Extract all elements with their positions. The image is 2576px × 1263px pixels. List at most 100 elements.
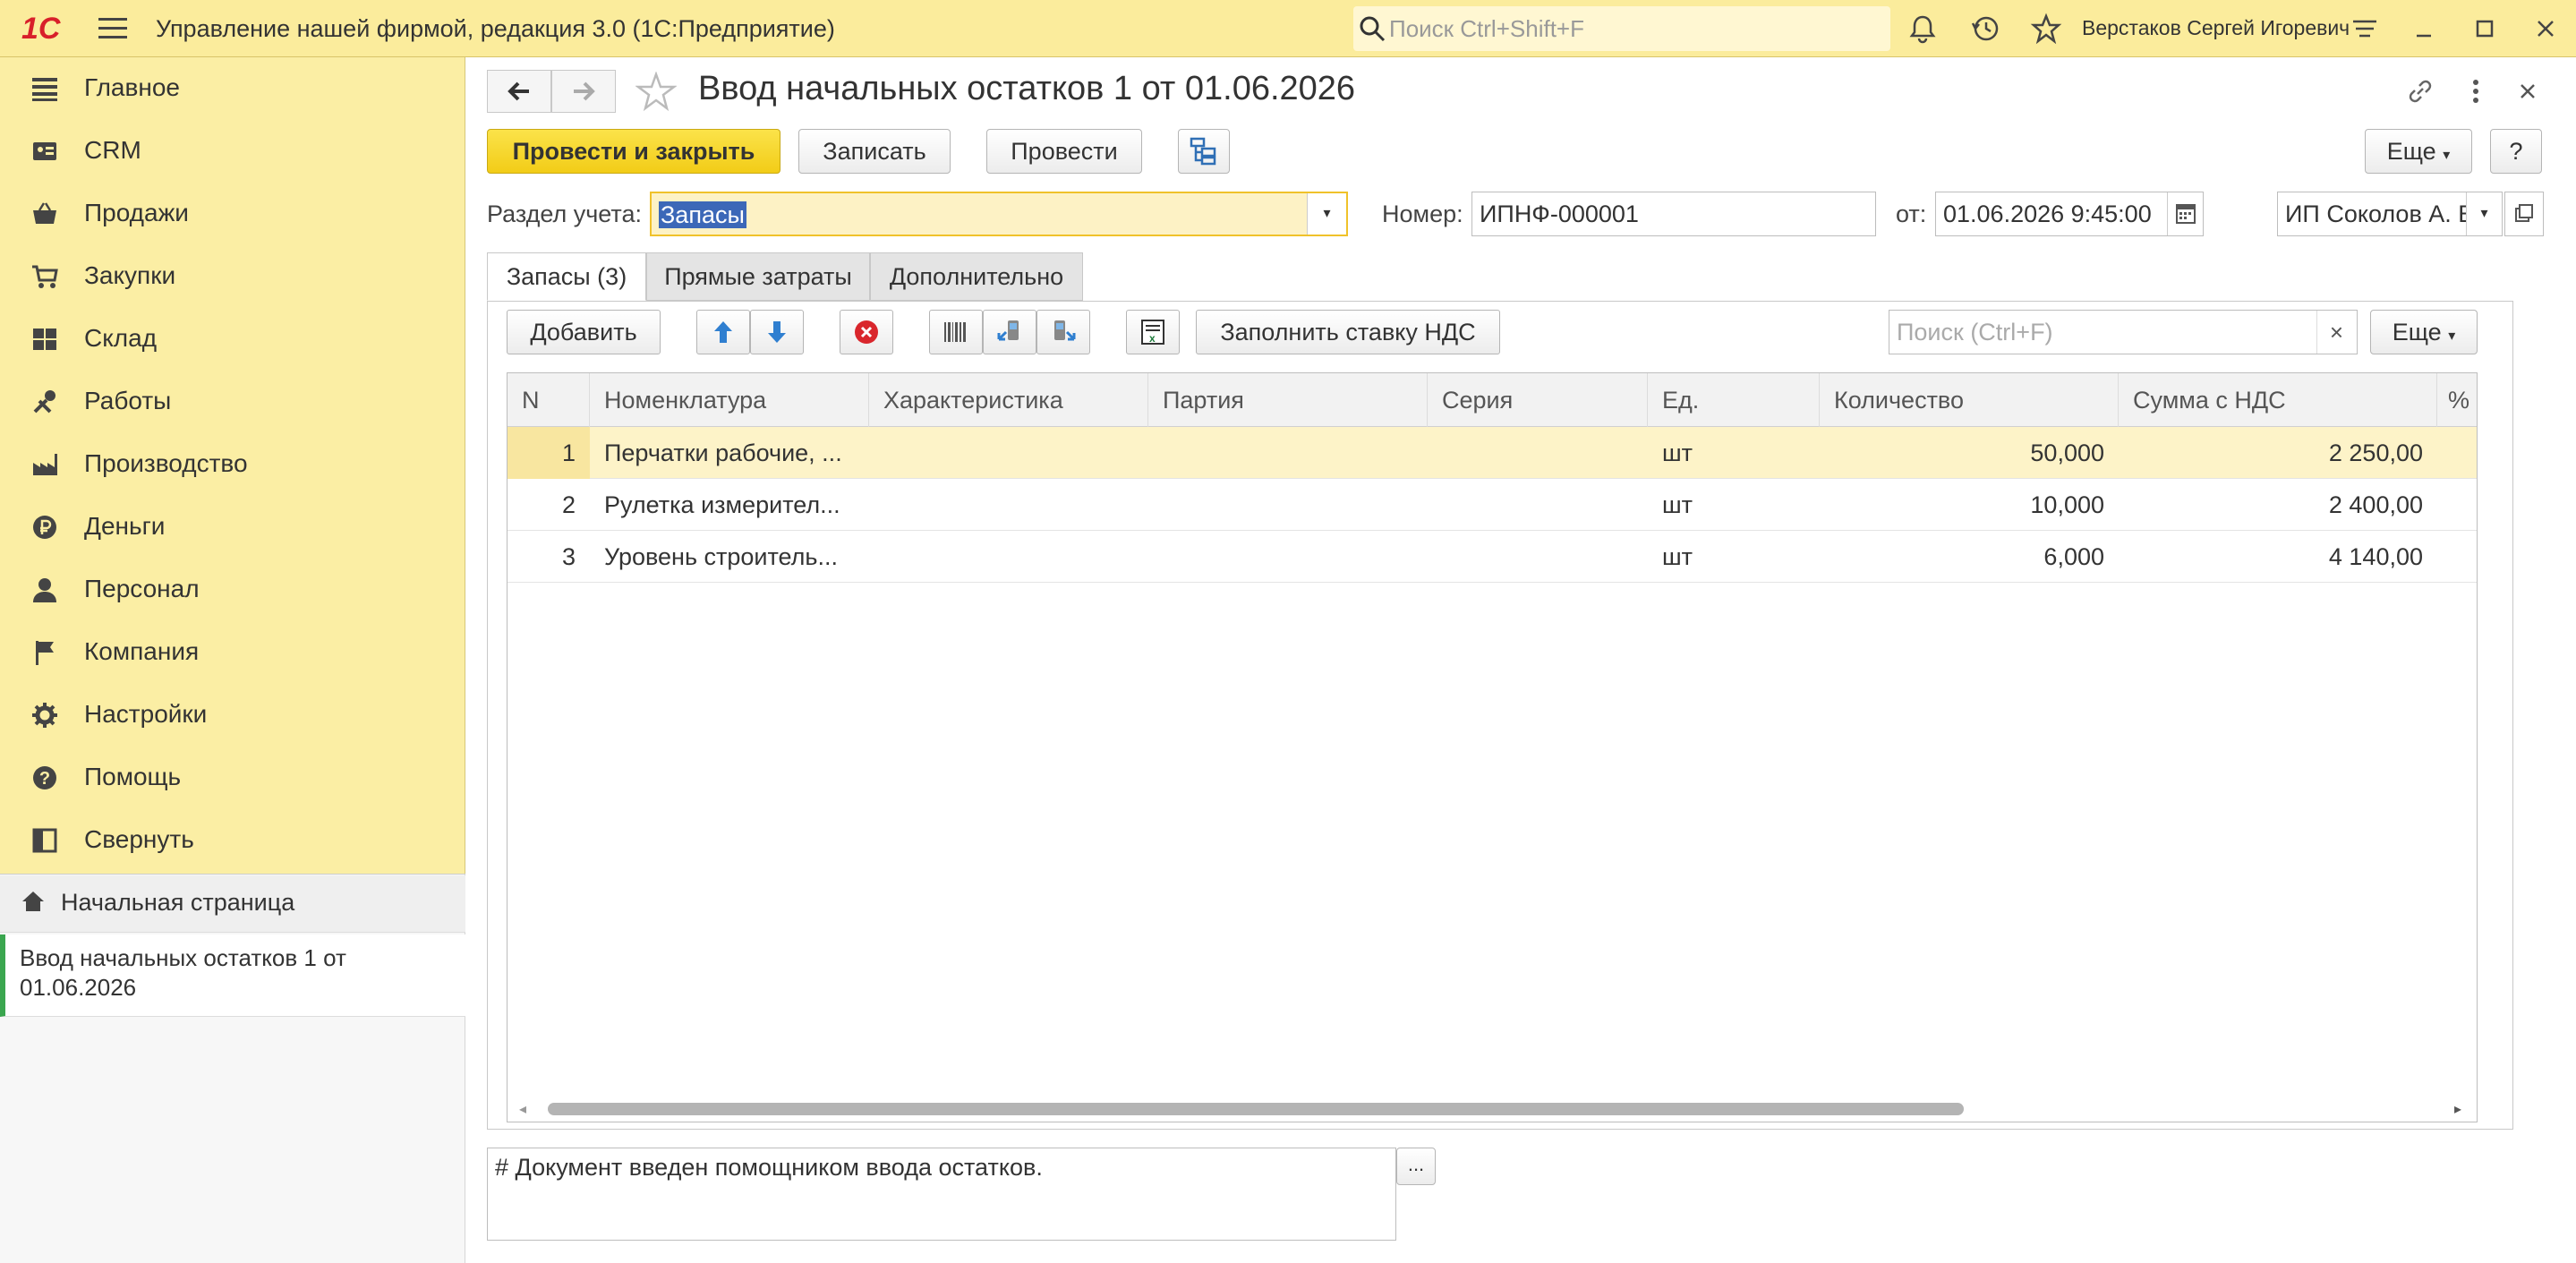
sidebar-item-money[interactable]: Деньги bbox=[0, 496, 465, 559]
forward-button[interactable] bbox=[551, 70, 616, 113]
cell-sum-vat[interactable]: 2 400,00 bbox=[2119, 479, 2437, 531]
table-search-input[interactable]: Поиск (Ctrl+F) bbox=[1889, 310, 2358, 354]
app-logo[interactable]: 1С bbox=[21, 11, 81, 47]
global-search-input[interactable]: Поиск Ctrl+Shift+F bbox=[1353, 6, 1890, 51]
close-form-icon[interactable] bbox=[2512, 75, 2544, 107]
post-and-close-button[interactable]: Провести и закрыть bbox=[487, 129, 780, 174]
sidebar-item-purchases[interactable]: Закупки bbox=[0, 245, 465, 308]
fill-vat-button[interactable]: Заполнить ставку НДС bbox=[1196, 310, 1500, 354]
scroll-left-icon[interactable]: ◂ bbox=[519, 1100, 526, 1118]
settings-lines-icon[interactable] bbox=[2349, 13, 2381, 45]
move-up-button[interactable] bbox=[696, 310, 750, 354]
link-icon[interactable] bbox=[2404, 75, 2436, 107]
bell-icon[interactable] bbox=[1906, 13, 1939, 45]
table-row[interactable]: 3 Уровень строитель... шт 6,000 4 140,00 bbox=[508, 531, 2477, 583]
user-name[interactable]: Верстаков Сергей Игоревич bbox=[2082, 16, 2350, 40]
cell-unit[interactable]: шт bbox=[1648, 479, 1820, 531]
close-window-icon[interactable] bbox=[2529, 13, 2562, 45]
cell-characteristic[interactable] bbox=[869, 427, 1148, 479]
sidebar-item-main[interactable]: Главное bbox=[0, 57, 465, 120]
main-menu-icon[interactable] bbox=[98, 18, 127, 39]
cell-sum-vat[interactable]: 4 140,00 bbox=[2119, 531, 2437, 583]
tab-direct-costs[interactable]: Прямые затраты bbox=[646, 252, 870, 301]
open-document-item[interactable]: Ввод начальных остатков 1 от 01.06.2026 bbox=[0, 934, 465, 1017]
table-more-button[interactable]: Еще ▾ bbox=[2370, 310, 2478, 354]
open-organization-icon[interactable] bbox=[2504, 192, 2544, 236]
favorites-star-icon[interactable] bbox=[2030, 13, 2062, 45]
cell-quantity[interactable]: 6,000 bbox=[1820, 531, 2119, 583]
history-icon[interactable] bbox=[1969, 13, 2001, 45]
table-row[interactable]: 2 Рулетка измерител... шт 10,000 2 400,0… bbox=[508, 479, 2477, 531]
tab-inventory[interactable]: Запасы (3) bbox=[487, 252, 646, 301]
calendar-icon[interactable] bbox=[2167, 192, 2203, 235]
minimize-icon[interactable] bbox=[2408, 13, 2440, 45]
cell-quantity[interactable]: 50,000 bbox=[1820, 427, 2119, 479]
sidebar-item-warehouse[interactable]: Склад bbox=[0, 308, 465, 371]
number-field[interactable]: ИПНФ-000001 bbox=[1471, 192, 1876, 236]
col-characteristic[interactable]: Характеристика bbox=[869, 373, 1148, 427]
home-page-item[interactable]: Начальная страница bbox=[0, 875, 465, 933]
cell-item[interactable]: Перчатки рабочие, ... bbox=[590, 427, 869, 479]
section-select[interactable]: Запасы ▾ bbox=[650, 192, 1348, 236]
maximize-icon[interactable] bbox=[2469, 13, 2501, 45]
sidebar-item-sales[interactable]: Продажи bbox=[0, 183, 465, 245]
cell-item[interactable]: Рулетка измерител... bbox=[590, 479, 869, 531]
scroll-right-icon[interactable]: ▸ bbox=[2454, 1100, 2461, 1118]
favorite-star-icon[interactable] bbox=[635, 71, 678, 113]
barcode-button[interactable] bbox=[929, 310, 983, 354]
cell-characteristic[interactable] bbox=[869, 479, 1148, 531]
sidebar-item-collapse[interactable]: Свернуть bbox=[0, 809, 465, 872]
organization-field[interactable]: ИП Соколов А. В. ▾ bbox=[2277, 192, 2503, 236]
cell-quantity[interactable]: 10,000 bbox=[1820, 479, 2119, 531]
scanner-download-button[interactable] bbox=[1036, 310, 1090, 354]
comment-expand-button[interactable]: ... bbox=[1396, 1148, 1436, 1185]
sidebar-item-personnel[interactable]: Персонал bbox=[0, 559, 465, 621]
cell-series[interactable] bbox=[1428, 531, 1648, 583]
sidebar-item-settings[interactable]: Настройки bbox=[0, 684, 465, 747]
sidebar-item-works[interactable]: Работы bbox=[0, 371, 465, 433]
excel-import-button[interactable]: x bbox=[1126, 310, 1180, 354]
post-button[interactable]: Провести bbox=[986, 129, 1142, 174]
comment-field[interactable]: # Документ введен помощником ввода остат… bbox=[487, 1148, 1396, 1241]
save-button[interactable]: Записать bbox=[798, 129, 951, 174]
sidebar-item-production[interactable]: Производство bbox=[0, 433, 465, 496]
cell-sum-vat[interactable]: 2 250,00 bbox=[2119, 427, 2437, 479]
col-quantity[interactable]: Количество bbox=[1820, 373, 2119, 427]
col-sum-vat[interactable]: Сумма с НДС bbox=[2119, 373, 2437, 427]
col-batch[interactable]: Партия bbox=[1148, 373, 1428, 427]
scrollbar-thumb[interactable] bbox=[548, 1103, 1964, 1115]
svg-text:x: x bbox=[1149, 332, 1156, 345]
more-actions-icon[interactable] bbox=[2460, 75, 2492, 107]
move-down-button[interactable] bbox=[750, 310, 804, 354]
cell-unit[interactable]: шт bbox=[1648, 531, 1820, 583]
scanner-upload-button[interactable] bbox=[983, 310, 1036, 354]
cell-batch[interactable] bbox=[1148, 479, 1428, 531]
col-n[interactable]: N bbox=[508, 373, 590, 427]
sidebar-item-crm[interactable]: CRM bbox=[0, 120, 465, 183]
cell-unit[interactable]: шт bbox=[1648, 427, 1820, 479]
add-row-button[interactable]: Добавить bbox=[507, 310, 661, 354]
cell-series[interactable] bbox=[1428, 427, 1648, 479]
cell-batch[interactable] bbox=[1148, 531, 1428, 583]
help-button[interactable]: ? bbox=[2490, 129, 2542, 174]
chevron-down-icon[interactable]: ▾ bbox=[2466, 192, 2502, 235]
more-button[interactable]: Еще ▾ bbox=[2365, 129, 2472, 174]
cell-series[interactable] bbox=[1428, 479, 1648, 531]
sidebar-item-company[interactable]: Компания bbox=[0, 621, 465, 684]
col-series[interactable]: Серия bbox=[1428, 373, 1648, 427]
delete-row-button[interactable] bbox=[840, 310, 893, 354]
col-vat-rate[interactable]: % bbox=[2437, 373, 2477, 427]
date-field[interactable]: 01.06.2026 9:45:00 bbox=[1935, 192, 2204, 236]
chevron-down-icon[interactable]: ▾ bbox=[1307, 193, 1346, 235]
back-button[interactable] bbox=[487, 70, 551, 113]
sidebar-item-help[interactable]: ? Помощь bbox=[0, 747, 465, 809]
tab-additional[interactable]: Дополнительно bbox=[870, 252, 1083, 301]
table-row[interactable]: 1 Перчатки рабочие, ... шт 50,000 2 250,… bbox=[508, 427, 2477, 479]
col-item[interactable]: Номенклатура bbox=[590, 373, 869, 427]
cell-item[interactable]: Уровень строитель... bbox=[590, 531, 869, 583]
cell-characteristic[interactable] bbox=[869, 531, 1148, 583]
col-unit[interactable]: Ед. bbox=[1648, 373, 1820, 427]
cell-batch[interactable] bbox=[1148, 427, 1428, 479]
structure-button[interactable] bbox=[1178, 129, 1230, 174]
clear-search-icon[interactable]: × bbox=[2316, 311, 2356, 354]
